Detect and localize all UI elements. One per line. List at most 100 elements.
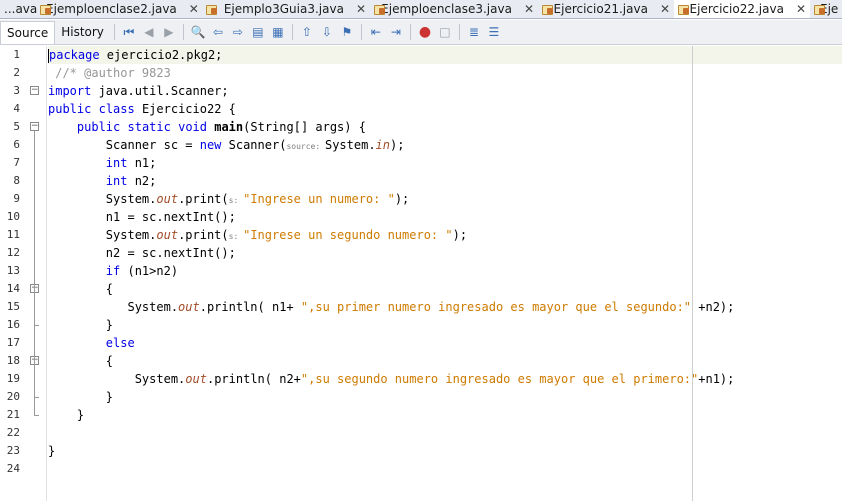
uncomment-icon[interactable]: ☰ bbox=[486, 24, 502, 40]
line-number-gutter: 1 2 3 4 5 6 7 8 9 10 11 12 13 14 15 16 17 18 19 20 21 22 23 24−… bbox=[0, 46, 47, 501]
code-token: .println( n2+ bbox=[206, 372, 301, 386]
forward-icon[interactable]: ▶ bbox=[161, 24, 177, 40]
code-token: out bbox=[178, 300, 200, 314]
find-icon[interactable]: 🔍 bbox=[190, 24, 206, 40]
file-tab[interactable]: Ejemploenclase3.java ✕ bbox=[370, 0, 538, 18]
code-token: main bbox=[214, 120, 244, 134]
history-tab[interactable]: History bbox=[55, 21, 110, 43]
code-line[interactable]: System.out.print(s: "Ingrese un segundo … bbox=[48, 226, 842, 244]
line-number: 1 bbox=[13, 48, 20, 61]
shift-left-icon[interactable]: ⇤ bbox=[368, 24, 384, 40]
source-tab[interactable]: Source bbox=[0, 20, 56, 44]
code-token: (String[] args) { bbox=[243, 120, 366, 134]
next-bookmark-icon[interactable]: ⇩ bbox=[319, 24, 335, 40]
java-file-icon bbox=[678, 4, 689, 15]
file-tab[interactable]: Eje bbox=[810, 0, 842, 18]
code-token: s: bbox=[228, 196, 244, 205]
code-token: "Ingrese un segundo numero: " bbox=[243, 228, 453, 242]
code-token: s: bbox=[228, 232, 244, 241]
file-tab[interactable]: Ejercicio21.java ✕ bbox=[538, 0, 674, 18]
code-token: n1 = sc.nextInt(); bbox=[48, 210, 236, 224]
code-line[interactable]: } bbox=[48, 406, 842, 424]
file-tab-label: Ejemploenclase3.java bbox=[381, 2, 512, 16]
code-token: System. bbox=[48, 228, 157, 242]
code-token: source: bbox=[286, 142, 325, 151]
code-area[interactable]: package ejercicio2.pkg2; //* @author 982… bbox=[48, 46, 842, 501]
code-line[interactable]: Scanner sc = new Scanner(source: System.… bbox=[48, 136, 842, 154]
toggle-bookmark-icon[interactable]: ⚑ bbox=[339, 24, 355, 40]
code-line[interactable]: System.out.print(s: "Ingrese un numero: … bbox=[48, 190, 842, 208]
shift-right-icon[interactable]: ⇥ bbox=[388, 24, 404, 40]
code-line[interactable]: import java.util.Scanner; bbox=[48, 82, 842, 100]
code-line[interactable]: } bbox=[48, 316, 842, 334]
code-line[interactable]: else bbox=[48, 334, 842, 352]
file-tab[interactable]: Ejemploenclase2.java ✕ bbox=[36, 0, 202, 18]
file-tab-label: ...ava bbox=[4, 2, 38, 16]
editor-tab-bar: ...ava Ejemploenclase2.java ✕ Ejemplo3Guia3… bbox=[0, 0, 842, 19]
code-line[interactable]: System.out.println( n1+ ",su primer nume… bbox=[48, 298, 842, 316]
toggle-highlight-icon[interactable]: ▦ bbox=[270, 24, 286, 40]
close-tab-icon[interactable]: ✕ bbox=[356, 2, 366, 16]
close-tab-icon[interactable]: ✕ bbox=[189, 2, 199, 16]
file-tab[interactable]: Ejercicio22.java ✕ bbox=[674, 0, 810, 18]
code-line[interactable]: } bbox=[48, 388, 842, 406]
code-line[interactable]: } bbox=[48, 442, 842, 460]
code-token: } bbox=[48, 408, 85, 422]
code-token: out bbox=[156, 228, 179, 242]
code-line[interactable] bbox=[48, 460, 842, 478]
line-number: 5 bbox=[13, 120, 20, 133]
file-tab-label: Ejemploenclase2.java bbox=[46, 2, 177, 16]
find-next-icon[interactable]: ⇨ bbox=[230, 24, 246, 40]
previous-bookmark-icon[interactable]: ⇧ bbox=[299, 24, 315, 40]
fold-toggle-icon[interactable]: − bbox=[30, 122, 39, 131]
code-line[interactable]: { bbox=[48, 280, 842, 298]
code-token: +n1); bbox=[698, 372, 735, 386]
code-line[interactable]: System.out.println( n2+",su segundo nume… bbox=[48, 370, 842, 388]
code-line[interactable]: n1 = sc.nextInt(); bbox=[48, 208, 842, 226]
code-line[interactable]: if (n1>n2) bbox=[48, 262, 842, 280]
last-edit-icon[interactable]: ⏮ bbox=[121, 24, 137, 40]
code-line[interactable]: public class Ejercicio22 { bbox=[48, 100, 842, 118]
close-tab-icon[interactable]: ✕ bbox=[524, 2, 534, 16]
find-previous-icon[interactable]: ⇦ bbox=[210, 24, 226, 40]
code-token: } bbox=[48, 318, 114, 332]
file-tab[interactable]: Ejemplo3Guia3.java ✕ bbox=[202, 0, 370, 18]
fold-toggle-icon[interactable]: − bbox=[30, 86, 39, 95]
code-token: public bbox=[76, 120, 121, 134]
code-token: new bbox=[199, 138, 222, 152]
code-token: } bbox=[48, 444, 56, 458]
code-line[interactable]: public static void main(String[] args) { bbox=[48, 118, 842, 136]
code-line[interactable]: package ejercicio2.pkg2; bbox=[48, 46, 842, 64]
line-number: 14 bbox=[6, 282, 20, 295]
code-editor[interactable]: 1 2 3 4 5 6 7 8 9 10 11 12 13 14 15 16 17 18 19 20 21 22 23 24−… bbox=[0, 46, 842, 501]
fold-guide bbox=[34, 293, 35, 325]
find-selection-icon[interactable]: ▤ bbox=[250, 24, 266, 40]
code-line[interactable] bbox=[48, 424, 842, 442]
code-token: Scanner sc = bbox=[48, 138, 200, 152]
code-token: (n1>n2) bbox=[120, 264, 179, 278]
line-number: 7 bbox=[13, 156, 20, 169]
stop-macro-icon[interactable]: □ bbox=[437, 24, 453, 40]
start-macro-icon[interactable]: ● bbox=[417, 24, 433, 40]
file-tab[interactable]: ...ava bbox=[0, 0, 38, 18]
code-token: else bbox=[105, 336, 135, 350]
code-token: .println( n1+ bbox=[199, 300, 301, 314]
code-line[interactable]: //* @author 9823 bbox=[48, 64, 842, 82]
file-tab-label: Ejercicio21.java bbox=[553, 2, 648, 16]
code-line[interactable]: int n1; bbox=[48, 154, 842, 172]
code-line[interactable]: { bbox=[48, 352, 842, 370]
code-token: Ejercicio22 { bbox=[134, 102, 236, 116]
close-tab-icon[interactable]: ✕ bbox=[796, 2, 806, 16]
code-line[interactable]: n2 = sc.nextInt(); bbox=[48, 244, 842, 262]
code-line[interactable]: int n2; bbox=[48, 172, 842, 190]
line-number: 13 bbox=[6, 264, 20, 277]
fold-end-marker bbox=[34, 325, 39, 326]
toolbar-separator bbox=[360, 24, 362, 40]
close-tab-icon[interactable]: ✕ bbox=[660, 2, 670, 16]
comment-icon[interactable]: ≣ bbox=[466, 24, 482, 40]
back-icon[interactable]: ◀ bbox=[141, 24, 157, 40]
java-file-icon bbox=[374, 4, 387, 15]
